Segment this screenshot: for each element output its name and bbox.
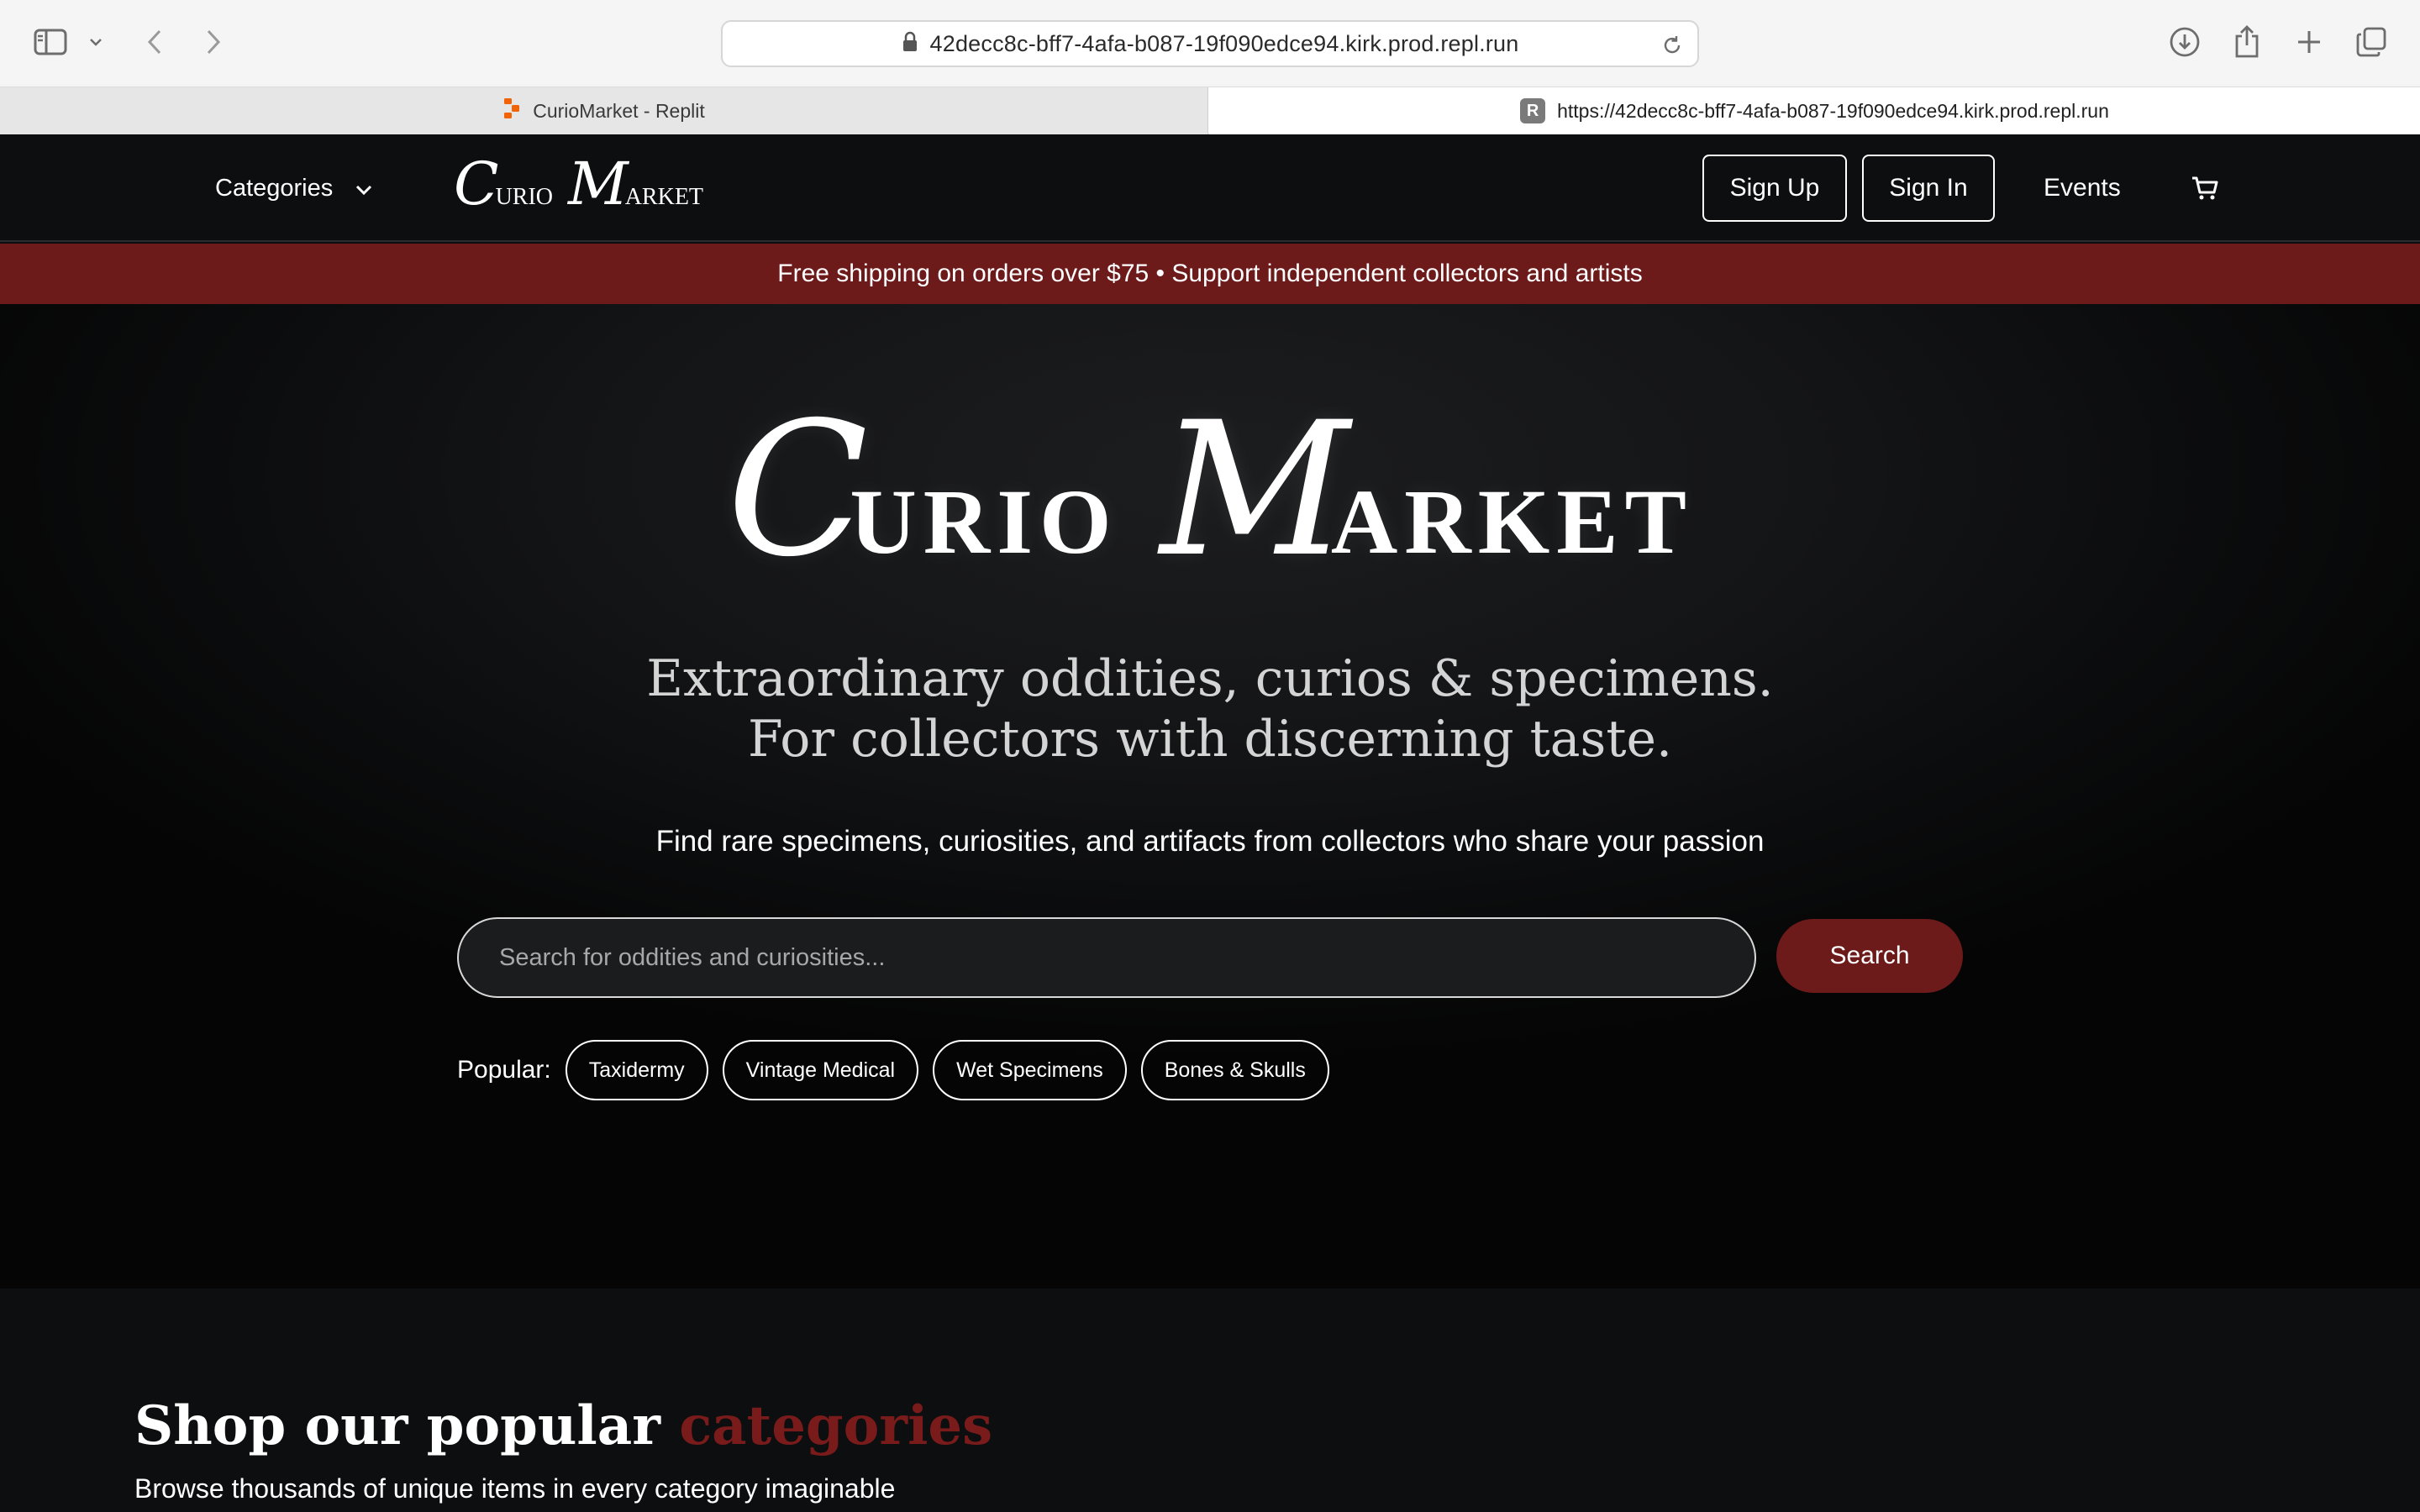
url-text: 42decc8c-bff7-4afa-b087-19f090edce94.kir… bbox=[929, 30, 1519, 56]
tab-title: https://42decc8c-bff7-4afa-b087-19f090ed… bbox=[1557, 99, 2109, 122]
categories-section: Shop our popular categories Browse thous… bbox=[0, 1289, 2420, 1512]
back-icon[interactable] bbox=[134, 22, 175, 62]
hero-section: C URIO M ARKET Extraordinary oddities, c… bbox=[0, 304, 2420, 1289]
cart-icon[interactable] bbox=[2185, 168, 2225, 208]
hero-tagline: Extraordinary oddities, curios & specime… bbox=[0, 648, 2420, 769]
logo-rest-1: urio bbox=[495, 174, 554, 212]
promo-banner: Free shipping on orders over $75 • Suppo… bbox=[0, 244, 2420, 304]
tab-bar: CurioMarket - Replit R https://42decc8c-… bbox=[0, 87, 2420, 134]
hero-logo-rest-2: ARKET bbox=[1330, 470, 1694, 573]
logo-cap-c: C bbox=[454, 150, 499, 218]
popular-label: Popular: bbox=[457, 1056, 551, 1084]
replit-icon bbox=[502, 97, 521, 124]
hero-logo-cap-m: M bbox=[1160, 382, 1349, 597]
download-icon[interactable] bbox=[2165, 22, 2205, 62]
sign-in-button[interactable]: Sign In bbox=[1862, 155, 1995, 222]
promo-text: Free shipping on orders over $75 • Suppo… bbox=[777, 260, 1643, 287]
tab-title: CurioMarket - Replit bbox=[533, 99, 705, 122]
chevron-down-icon[interactable] bbox=[79, 22, 113, 62]
categories-heading-accent: categories bbox=[679, 1394, 993, 1457]
hero-logo-cap-c: C bbox=[726, 382, 869, 597]
logo-rest-2: arket bbox=[624, 174, 704, 212]
tagline-line-1: Extraordinary oddities, curios & specime… bbox=[646, 649, 1774, 708]
address-bar[interactable]: 42decc8c-bff7-4afa-b087-19f090edce94.kir… bbox=[721, 20, 1699, 67]
popular-tag-wet-specimens[interactable]: Wet Specimens bbox=[933, 1040, 1127, 1100]
tagline-line-2: For collectors with discerning taste. bbox=[747, 710, 1673, 769]
logo-cap-m: M bbox=[568, 150, 629, 218]
categories-heading-plain: Shop our popular bbox=[134, 1394, 680, 1457]
events-link[interactable]: Events bbox=[2028, 155, 2136, 222]
popular-tag-bones-skulls[interactable]: Bones & Skulls bbox=[1140, 1040, 1329, 1100]
nav-logo[interactable]: C urio M arket bbox=[454, 150, 704, 218]
hero-logo: C URIO M ARKET bbox=[0, 382, 2420, 597]
tabs-overview-icon[interactable] bbox=[2351, 22, 2391, 62]
reload-icon[interactable] bbox=[1657, 30, 1687, 60]
categories-label: Categories bbox=[215, 174, 334, 202]
chevron-down-icon bbox=[355, 175, 373, 202]
browser-toolbar: 42decc8c-bff7-4afa-b087-19f090edce94.kir… bbox=[0, 0, 2420, 87]
search-button[interactable]: Search bbox=[1776, 919, 1963, 993]
sign-up-button[interactable]: Sign Up bbox=[1702, 155, 1847, 222]
hero-logo-rest-1: URIO bbox=[850, 470, 1118, 573]
plus-icon[interactable] bbox=[2289, 22, 2329, 62]
replit-icon: R bbox=[1520, 98, 1546, 123]
lock-icon bbox=[902, 31, 918, 57]
popular-tag-vintage-medical[interactable]: Vintage Medical bbox=[722, 1040, 919, 1100]
tab-url[interactable]: R https://42decc8c-bff7-4afa-b087-19f090… bbox=[1209, 87, 2420, 134]
share-icon[interactable] bbox=[2227, 22, 2267, 62]
tab-curiomarket[interactable]: CurioMarket - Replit bbox=[0, 87, 1208, 134]
sidebar-icon[interactable] bbox=[30, 22, 71, 62]
categories-heading: Shop our popular categories bbox=[134, 1394, 992, 1457]
site-nav: Categories C urio M arket Sign Up Sign I… bbox=[0, 134, 2420, 242]
search-input[interactable] bbox=[457, 917, 1756, 998]
forward-icon[interactable] bbox=[193, 22, 234, 62]
hero-subtagline: Find rare specimens, curiosities, and ar… bbox=[655, 825, 1765, 858]
categories-subtitle: Browse thousands of unique items in ever… bbox=[134, 1473, 896, 1504]
popular-tag-taxidermy[interactable]: Taxidermy bbox=[565, 1040, 708, 1100]
categories-dropdown[interactable]: Categories bbox=[215, 165, 373, 212]
popular-tags: Popular: Taxidermy Vintage Medical Wet S… bbox=[457, 1040, 1329, 1100]
